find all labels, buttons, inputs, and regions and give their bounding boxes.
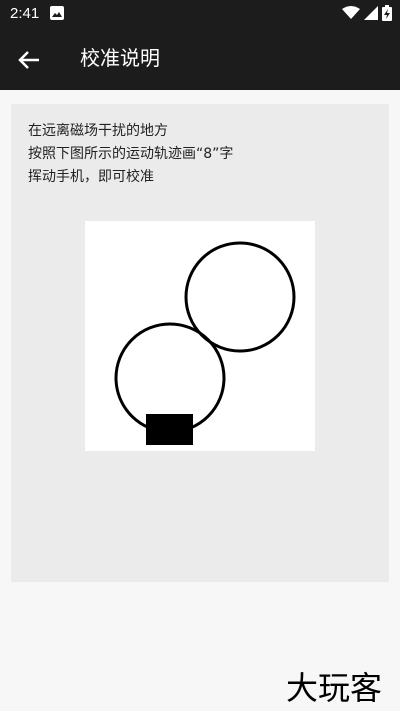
phone-shape	[146, 414, 193, 445]
instruction-line: 在远离磁场干扰的地方	[28, 123, 168, 139]
wifi-icon	[342, 6, 360, 19]
battery-charging-icon	[382, 5, 392, 21]
status-time: 2:41	[10, 5, 40, 22]
svg-text:大玩客: 大玩客	[286, 669, 382, 707]
signal-icon	[364, 6, 378, 20]
status-bar: 2:41	[0, 0, 400, 28]
instruction-card: 在远离磁场干扰的地方 按照下图所示的运动轨迹画“8”字 挥动手机，即可校准	[11, 104, 389, 582]
instructions-text: 在远离磁场干扰的地方 按照下图所示的运动轨迹画“8”字 挥动手机，即可校准	[28, 120, 233, 189]
app-bar: 校准说明	[0, 28, 400, 90]
photo-icon	[50, 6, 64, 20]
back-button[interactable]	[14, 45, 44, 75]
arrow-back-icon	[18, 51, 39, 69]
instruction-line: 按照下图所示的运动轨迹画“8”字	[28, 146, 234, 162]
figure-eight-illustration	[114, 241, 296, 445]
figure-eight-diagram	[85, 221, 315, 451]
page-title: 校准说明	[80, 46, 160, 70]
instruction-line: 挥动手机，即可校准	[28, 169, 154, 185]
watermark-logo: 大玩客	[286, 669, 382, 707]
